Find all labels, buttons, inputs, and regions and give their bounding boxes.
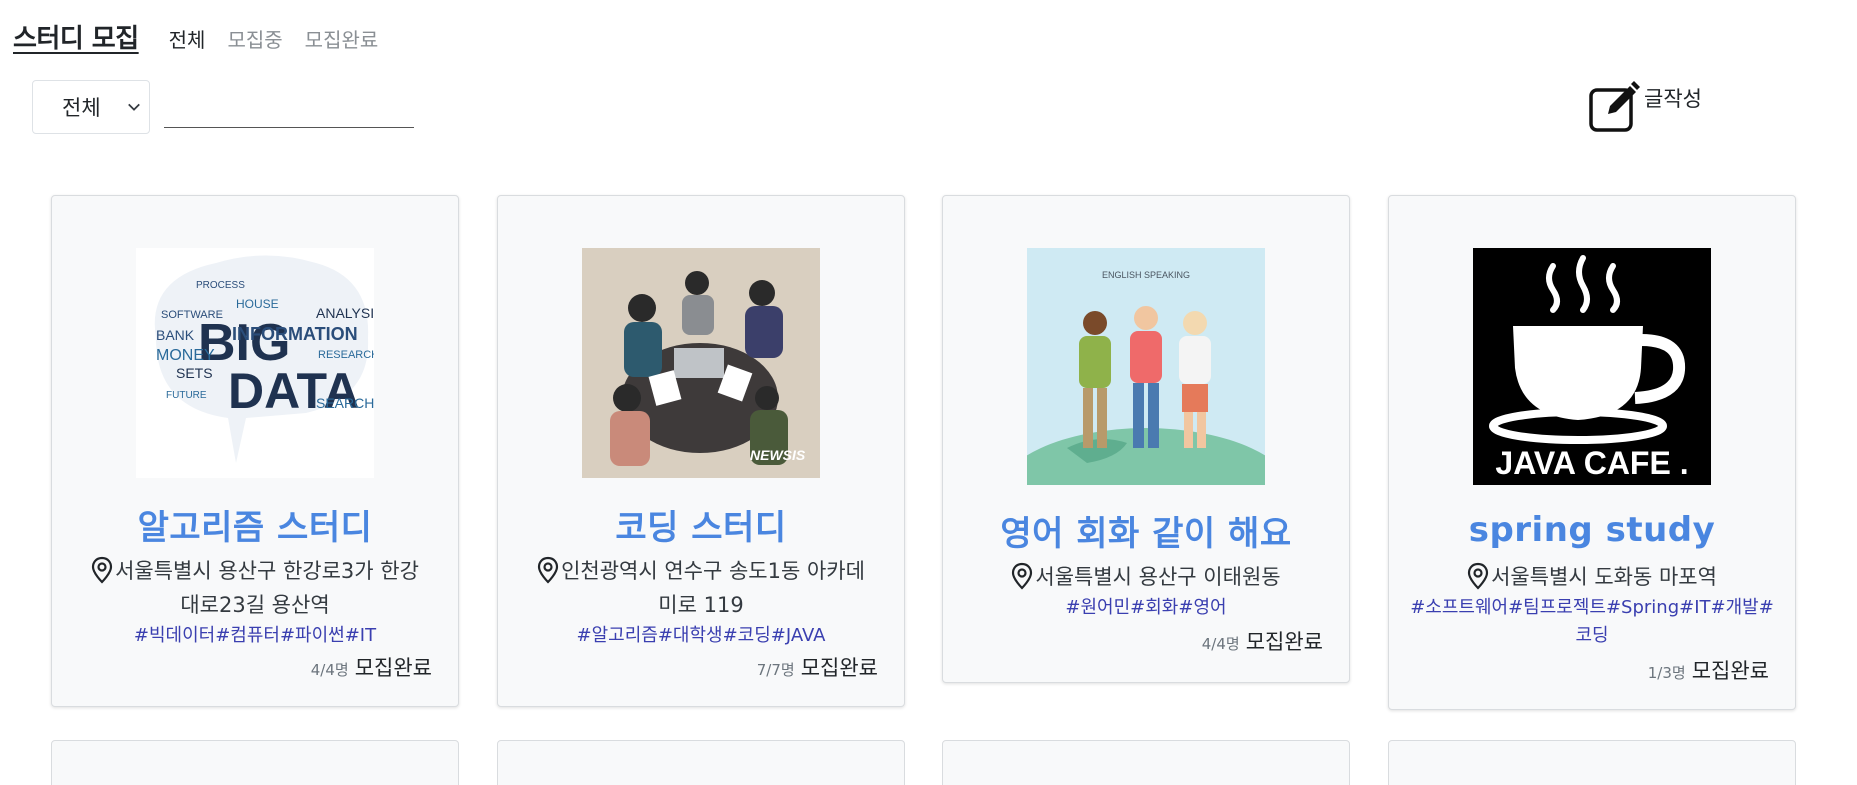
card-location-text: 인천광역시 연수구 송도1동 아카데미로 119 [561,559,865,617]
brand-title[interactable]: 스터디 모집 [13,18,139,55]
card-status: 7/7명 모집완료 [757,652,878,682]
study-card[interactable]: ENGLISH SPEAKING 영어 회화 같이 해요 서울특별시 용산구 이… [942,195,1350,683]
status-label: 모집완료 [1245,630,1323,654]
word-cloud-image: BIG DATA INFORMATION MONEY BANK ANALYSI S… [136,248,374,478]
svg-text:PROCESS: PROCESS [196,280,245,291]
member-count: 7/7명 [756,661,795,679]
card-tags: #소프트웨어#팀프로젝트#Spring#IT#개발#코딩 [1410,597,1774,646]
svg-text:ANALYSIS: ANALYSIS [316,305,374,321]
card-location: 인천광역시 연수구 송도1동 아카데미로 119 [528,554,874,622]
team-meeting-image: NEWSIS [582,248,820,478]
filter-select[interactable]: 전체 [32,80,150,134]
svg-text:MONEY: MONEY [156,347,215,364]
pencil-square-icon [1589,81,1640,132]
card-image: JAVA CAFE . [1473,248,1711,485]
card-status: 4/4명 모집완료 [311,652,432,682]
card-status: 4/4명 모집완료 [1202,626,1323,656]
svg-text:SEARCH: SEARCH [316,395,374,411]
card-title[interactable]: spring study [1389,510,1795,550]
card-tags: #알고리즘#대학생#코딩#JAVA [576,625,826,646]
member-count: 4/4명 [1201,635,1240,653]
study-card[interactable] [51,740,459,785]
search-input[interactable] [164,90,414,128]
card-status: 1/3명 모집완료 [1648,655,1769,685]
svg-text:SOFTWARE: SOFTWARE [161,309,223,321]
tab-all[interactable]: 전체 [169,24,206,53]
card-location-text: 서울특별시 용산구 한강로3가 한강대로23길 용산역 [115,559,419,617]
filter-select-value: 전체 [62,96,101,120]
status-label: 모집완료 [800,656,878,680]
card-title[interactable]: 코딩 스터디 [498,500,904,549]
card-image: ENGLISH SPEAKING [1027,248,1265,485]
image-caption: ENGLISH SPEAKING [1102,270,1190,280]
svg-text:BANK: BANK [156,327,195,343]
svg-text:SETS: SETS [176,365,213,381]
card-image: BIG DATA INFORMATION MONEY BANK ANALYSI S… [136,248,374,478]
location-pin-icon [537,556,559,584]
java-cafe-image: JAVA CAFE . [1473,248,1711,485]
svg-text:FUTURE: FUTURE [166,390,207,401]
write-post-button[interactable]: 글작성 [1588,80,1702,132]
status-label: 모집완료 [1691,659,1769,683]
card-tags: #빅데이터#컴퓨터#파이썬#IT [133,625,377,646]
svg-text:RESEARCH: RESEARCH [318,349,374,361]
study-card[interactable]: BIG DATA INFORMATION MONEY BANK ANALYSI S… [51,195,459,707]
english-speaking-image: ENGLISH SPEAKING [1027,248,1265,485]
status-label: 모집완료 [354,656,432,680]
card-location: 서울특별시 용산구 한강로3가 한강대로23길 용산역 [82,554,428,622]
write-post-label: 글작성 [1644,87,1702,111]
top-nav: 스터디 모집 전체 모집중 모집완료 [13,18,400,55]
card-image: NEWSIS [582,248,820,478]
image-caption: NEWSIS [750,447,806,463]
chevron-down-icon [128,103,140,111]
card-title[interactable]: 영어 회화 같이 해요 [943,506,1349,555]
study-card[interactable] [497,740,905,785]
card-location: 서울특별시 도화동 마포역 [1419,560,1765,594]
tab-recruiting[interactable]: 모집중 [227,24,282,53]
study-card[interactable] [1388,740,1796,785]
location-pin-icon [91,556,113,584]
location-pin-icon [1467,562,1489,590]
card-location: 서울특별시 용산구 이태원동 [973,560,1319,594]
card-tags: #원어민#회화#영어 [1065,597,1227,618]
tab-closed[interactable]: 모집완료 [305,24,379,53]
study-card[interactable]: NEWSIS 코딩 스터디 인천광역시 연수구 송도1동 아카데미로 119 #… [497,195,905,707]
card-location-text: 서울특별시 도화동 마포역 [1491,565,1717,589]
member-count: 4/4명 [310,661,349,679]
card-title[interactable]: 알고리즘 스터디 [52,500,458,549]
card-location-text: 서울특별시 용산구 이태원동 [1035,565,1281,589]
image-caption: JAVA CAFE . [1495,445,1688,481]
location-pin-icon [1012,562,1033,590]
study-card[interactable]: JAVA CAFE . spring study 서울특별시 도화동 마포역 #… [1388,195,1796,710]
study-card[interactable] [942,740,1350,785]
svg-text:HOUSE: HOUSE [236,297,279,311]
svg-text:INFORMATION: INFORMATION [232,324,358,344]
member-count: 1/3명 [1647,664,1686,682]
